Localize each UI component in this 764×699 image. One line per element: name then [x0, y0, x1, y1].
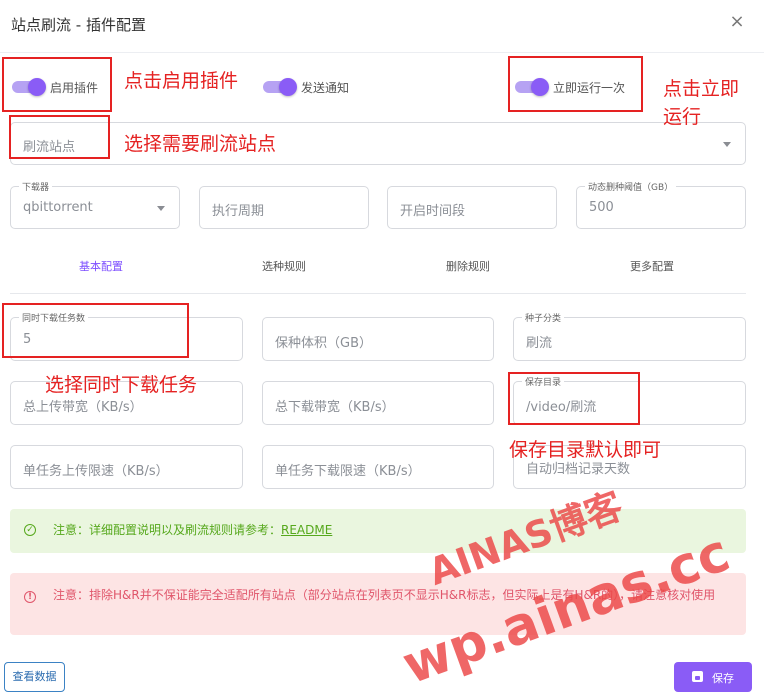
save-button-label: 保存 — [712, 672, 734, 685]
check-circle-icon: ✓ — [24, 524, 36, 536]
delete-threshold-label: 动态删种阈值（GB） — [585, 180, 677, 193]
readme-link[interactable]: README — [281, 523, 332, 537]
tab-delete-rules[interactable]: 删除规则 — [446, 258, 490, 274]
category-label: 种子分类 — [522, 311, 565, 324]
total-download-placeholder: 总下载带宽（KB/s） — [275, 400, 395, 415]
task-download-limit-placeholder: 单任务下载限速（KB/s） — [275, 464, 421, 479]
annotation-sites: 选择需要刷流站点 — [124, 133, 277, 155]
category-value: 刷流 — [526, 336, 553, 351]
annotation-box-sites — [9, 115, 110, 159]
total-download-input[interactable]: 总下载带宽（KB/s） — [262, 381, 494, 425]
tab-more[interactable]: 更多配置 — [630, 258, 674, 274]
downloader-select[interactable]: 下载器 qbittorrent — [10, 180, 180, 229]
chevron-down-icon — [723, 142, 731, 147]
seed-size-input[interactable]: 保种体积（GB） — [262, 317, 494, 361]
info-alert: ✓ 注意：详细配置说明以及刷流规则请参考：README — [10, 509, 746, 553]
annotation-run-once-line1: 点击立即 — [663, 78, 740, 100]
annotation-box-run-once — [508, 56, 643, 112]
close-icon[interactable]: × — [727, 10, 747, 34]
tab-seed-rules[interactable]: 选种规则 — [262, 258, 306, 274]
downloader-label: 下载器 — [19, 180, 53, 193]
alert-circle-icon: ! — [24, 591, 36, 603]
tab-basic[interactable]: 基本配置 — [79, 258, 123, 274]
category-input[interactable]: 种子分类 刷流 — [513, 311, 746, 361]
annotation-tasks: 选择同时下载任务 — [45, 374, 198, 396]
task-upload-limit-placeholder: 单任务上传限速（KB/s） — [23, 464, 169, 479]
chevron-down-icon — [157, 206, 165, 211]
tabs-divider — [10, 293, 746, 294]
seed-size-placeholder: 保种体积（GB） — [275, 336, 372, 351]
delete-threshold-value: 500 — [589, 200, 614, 215]
save-button[interactable]: 保存 — [674, 662, 752, 692]
total-upload-placeholder: 总上传带宽（KB/s） — [23, 400, 143, 415]
time-range-placeholder: 开启时间段 — [400, 204, 466, 219]
delete-threshold-input[interactable]: 动态删种阈值（GB） 500 — [576, 180, 746, 229]
send-notification-switch[interactable]: 发送通知 — [263, 78, 363, 96]
cron-placeholder: 执行周期 — [212, 204, 265, 219]
annotation-enable: 点击启用插件 — [124, 70, 239, 92]
annotation-box-save-path — [508, 372, 640, 425]
downloader-value: qbittorrent — [23, 200, 93, 215]
switch-label: 发送通知 — [301, 81, 350, 95]
info-alert-text: 注意：详细配置说明以及刷流规则请参考：README — [53, 520, 332, 540]
annotation-box-enable — [2, 57, 112, 112]
annotation-box-tasks — [2, 303, 189, 358]
sites-select[interactable]: 刷流站点 — [10, 122, 746, 165]
save-icon — [692, 671, 703, 682]
task-upload-limit-input[interactable]: 单任务上传限速（KB/s） — [10, 445, 243, 489]
task-download-limit-input[interactable]: 单任务下载限速（KB/s） — [262, 445, 494, 489]
annotation-save-path: 保存目录默认即可 — [509, 439, 662, 461]
cron-input[interactable]: 执行周期 — [199, 186, 369, 229]
info-alert-prefix: 注意：详细配置说明以及刷流规则请参考： — [53, 523, 282, 537]
view-data-button[interactable]: 查看数据 — [4, 662, 65, 692]
switch-knob — [279, 78, 297, 96]
dialog-title: 站点刷流 - 插件配置 — [11, 16, 146, 34]
dialog-header: 站点刷流 - 插件配置 × — [0, 0, 764, 53]
annotation-run-once-line2: 运行 — [663, 106, 702, 128]
time-range-input[interactable]: 开启时间段 — [387, 186, 557, 229]
